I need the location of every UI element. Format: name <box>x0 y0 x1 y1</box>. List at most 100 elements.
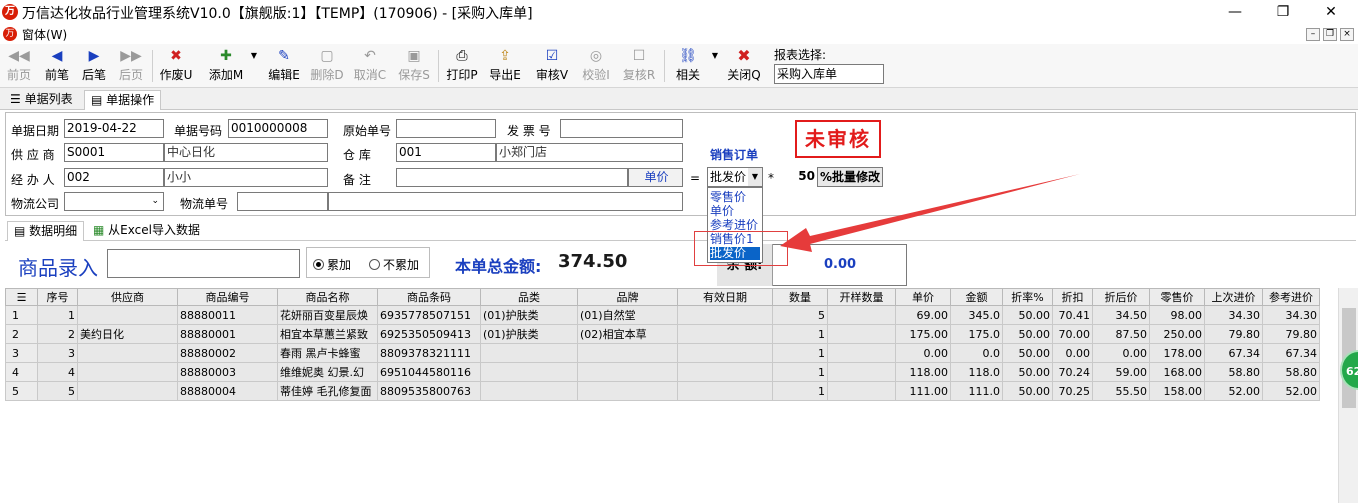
table-cell[interactable] <box>827 362 896 382</box>
option-unit-price[interactable]: 单价 <box>710 205 734 218</box>
logistics-extra-field[interactable] <box>328 192 683 211</box>
table-row[interactable]: 2 2 美约日化 88880001 相宜本草蕙兰紧致 6925350509413 (01)护… <box>5 324 1320 344</box>
table-cell[interactable]: 118.0 <box>950 362 1003 382</box>
col-header[interactable]: 品牌 <box>577 288 678 306</box>
delete-button[interactable]: ▢ 删除D <box>309 46 345 86</box>
table-cell[interactable]: 50.00 <box>1002 305 1053 325</box>
table-cell[interactable]: 168.00 <box>1149 362 1205 382</box>
report-select-input[interactable]: 采购入库单 <box>774 64 884 84</box>
table-cell[interactable]: (01)护肤类 <box>480 324 578 344</box>
table-cell[interactable]: 50.00 <box>1002 381 1053 401</box>
table-cell[interactable] <box>577 343 678 363</box>
remark-field[interactable] <box>396 168 628 187</box>
table-cell[interactable]: 67.34 <box>1262 343 1320 363</box>
table-cell[interactable]: 蒂佳婷 毛孔修复面 <box>277 381 378 401</box>
table-cell[interactable]: 8809535800763 <box>377 381 481 401</box>
logistics-no-field[interactable] <box>237 192 328 211</box>
tab-data-detail[interactable]: ▤ 数据明细 <box>7 221 85 241</box>
cancel-button[interactable]: ↶ 取消C <box>352 46 388 86</box>
close-button[interactable]: ✖ 关闭Q <box>726 46 762 86</box>
row-header[interactable]: 1 <box>5 305 38 325</box>
table-cell[interactable]: 4 <box>37 362 78 382</box>
related-button[interactable]: ⛓ 相关 <box>672 46 704 86</box>
row-header[interactable]: 2 <box>5 324 38 344</box>
col-header[interactable]: 供应商 <box>77 288 178 306</box>
date-field[interactable]: 2019-04-22 <box>64 119 164 138</box>
table-cell[interactable]: 175.00 <box>895 324 951 344</box>
table-cell[interactable]: (02)相宜本草 <box>577 324 678 344</box>
col-header[interactable]: 折扣 <box>1052 288 1093 306</box>
table-cell[interactable] <box>77 381 178 401</box>
table-cell[interactable]: 52.00 <box>1204 381 1263 401</box>
table-cell[interactable]: 50.00 <box>1002 343 1053 363</box>
table-cell[interactable]: 70.24 <box>1052 362 1093 382</box>
col-header[interactable]: 折率% <box>1002 288 1053 306</box>
table-cell[interactable]: 花妍丽百变星辰焕 <box>277 305 378 325</box>
table-row[interactable]: 3 3 88880002 春雨 黑卢卡蜂蜜 8809378321111 1 0.00 0.0 5… <box>5 343 1320 363</box>
table-cell[interactable] <box>827 343 896 363</box>
maximize-button[interactable]: ❐ <box>1260 0 1306 24</box>
col-header[interactable]: 开样数量 <box>827 288 896 306</box>
table-cell[interactable]: 34.30 <box>1262 305 1320 325</box>
supplier-code-field[interactable]: S0001 <box>64 143 164 162</box>
chevron-down-icon[interactable]: ▼ <box>748 168 762 186</box>
table-cell[interactable]: 0.00 <box>1092 343 1150 363</box>
void-button[interactable]: ✖ 作废U <box>158 46 194 86</box>
table-cell[interactable]: 1 <box>772 381 828 401</box>
table-cell[interactable] <box>827 381 896 401</box>
table-cell[interactable]: 34.30 <box>1204 305 1263 325</box>
mdi-close-button[interactable]: × <box>1340 28 1354 41</box>
export-button[interactable]: ⇪ 导出E <box>487 46 523 86</box>
table-cell[interactable]: 5 <box>37 381 78 401</box>
col-header[interactable]: 商品条码 <box>377 288 481 306</box>
table-cell[interactable]: 58.80 <box>1204 362 1263 382</box>
close-window-button[interactable]: ✕ <box>1308 0 1354 24</box>
radio-no-accumulate[interactable]: 不累加 <box>369 256 419 273</box>
table-cell[interactable]: 59.00 <box>1092 362 1150 382</box>
next-record-button[interactable]: ▶ 后笔 <box>79 46 109 86</box>
recheck-button[interactable]: ☐ 复核R <box>621 46 657 86</box>
mdi-restore-button[interactable]: ❐ <box>1323 28 1337 41</box>
percent-field[interactable]: 50 <box>783 168 817 187</box>
table-cell[interactable] <box>577 362 678 382</box>
sales-order-link[interactable]: 销售订单 <box>710 146 758 163</box>
table-cell[interactable]: 250.00 <box>1149 324 1205 344</box>
col-header[interactable]: 有效日期 <box>677 288 773 306</box>
tab-excel-import[interactable]: ▦ 从Excel导入数据 <box>87 221 206 241</box>
table-cell[interactable] <box>480 343 578 363</box>
handler-code-field[interactable]: 002 <box>64 168 164 187</box>
table-cell[interactable] <box>677 324 773 344</box>
logistics-company-select[interactable]: ⌄ <box>64 192 164 211</box>
table-cell[interactable]: 相宜本草蕙兰紧致 <box>277 324 378 344</box>
prev-record-button[interactable]: ◀ 前笔 <box>42 46 72 86</box>
minimize-button[interactable]: — <box>1212 0 1258 24</box>
col-header[interactable]: 品类 <box>480 288 578 306</box>
col-header[interactable]: 金额 <box>950 288 1003 306</box>
row-header[interactable]: 3 <box>5 343 38 363</box>
table-cell[interactable]: 88880002 <box>177 343 278 363</box>
doc-no-field[interactable]: 0010000008 <box>228 119 328 138</box>
table-row[interactable]: 5 5 88880004 蒂佳婷 毛孔修复面 8809535800763 1 111.00 1… <box>5 381 1320 401</box>
col-header[interactable]: 数量 <box>772 288 828 306</box>
table-cell[interactable] <box>480 381 578 401</box>
table-cell[interactable]: (01)自然堂 <box>577 305 678 325</box>
table-cell[interactable] <box>77 362 178 382</box>
col-header[interactable]: 商品编号 <box>177 288 278 306</box>
menu-window[interactable]: 窗体(W) <box>22 26 67 43</box>
col-header[interactable]: 折后价 <box>1092 288 1150 306</box>
table-cell[interactable]: 88880001 <box>177 324 278 344</box>
orig-no-field[interactable] <box>396 119 496 138</box>
table-cell[interactable]: 79.80 <box>1204 324 1263 344</box>
table-cell[interactable]: 1 <box>772 343 828 363</box>
table-cell[interactable] <box>677 305 773 325</box>
tab-document-operate[interactable]: ▤ 单据操作 <box>84 90 162 110</box>
table-cell[interactable]: 50.00 <box>1002 324 1053 344</box>
table-cell[interactable]: 6935778507151 <box>377 305 481 325</box>
mdi-minimize-button[interactable]: – <box>1306 28 1320 41</box>
table-cell[interactable] <box>77 305 178 325</box>
table-cell[interactable]: 美约日化 <box>77 324 178 344</box>
print-button[interactable]: ⎙ 打印P <box>444 46 480 86</box>
batch-modify-button[interactable]: %批量修改 <box>817 167 883 187</box>
col-header[interactable]: 零售价 <box>1149 288 1205 306</box>
table-cell[interactable]: 52.00 <box>1262 381 1320 401</box>
